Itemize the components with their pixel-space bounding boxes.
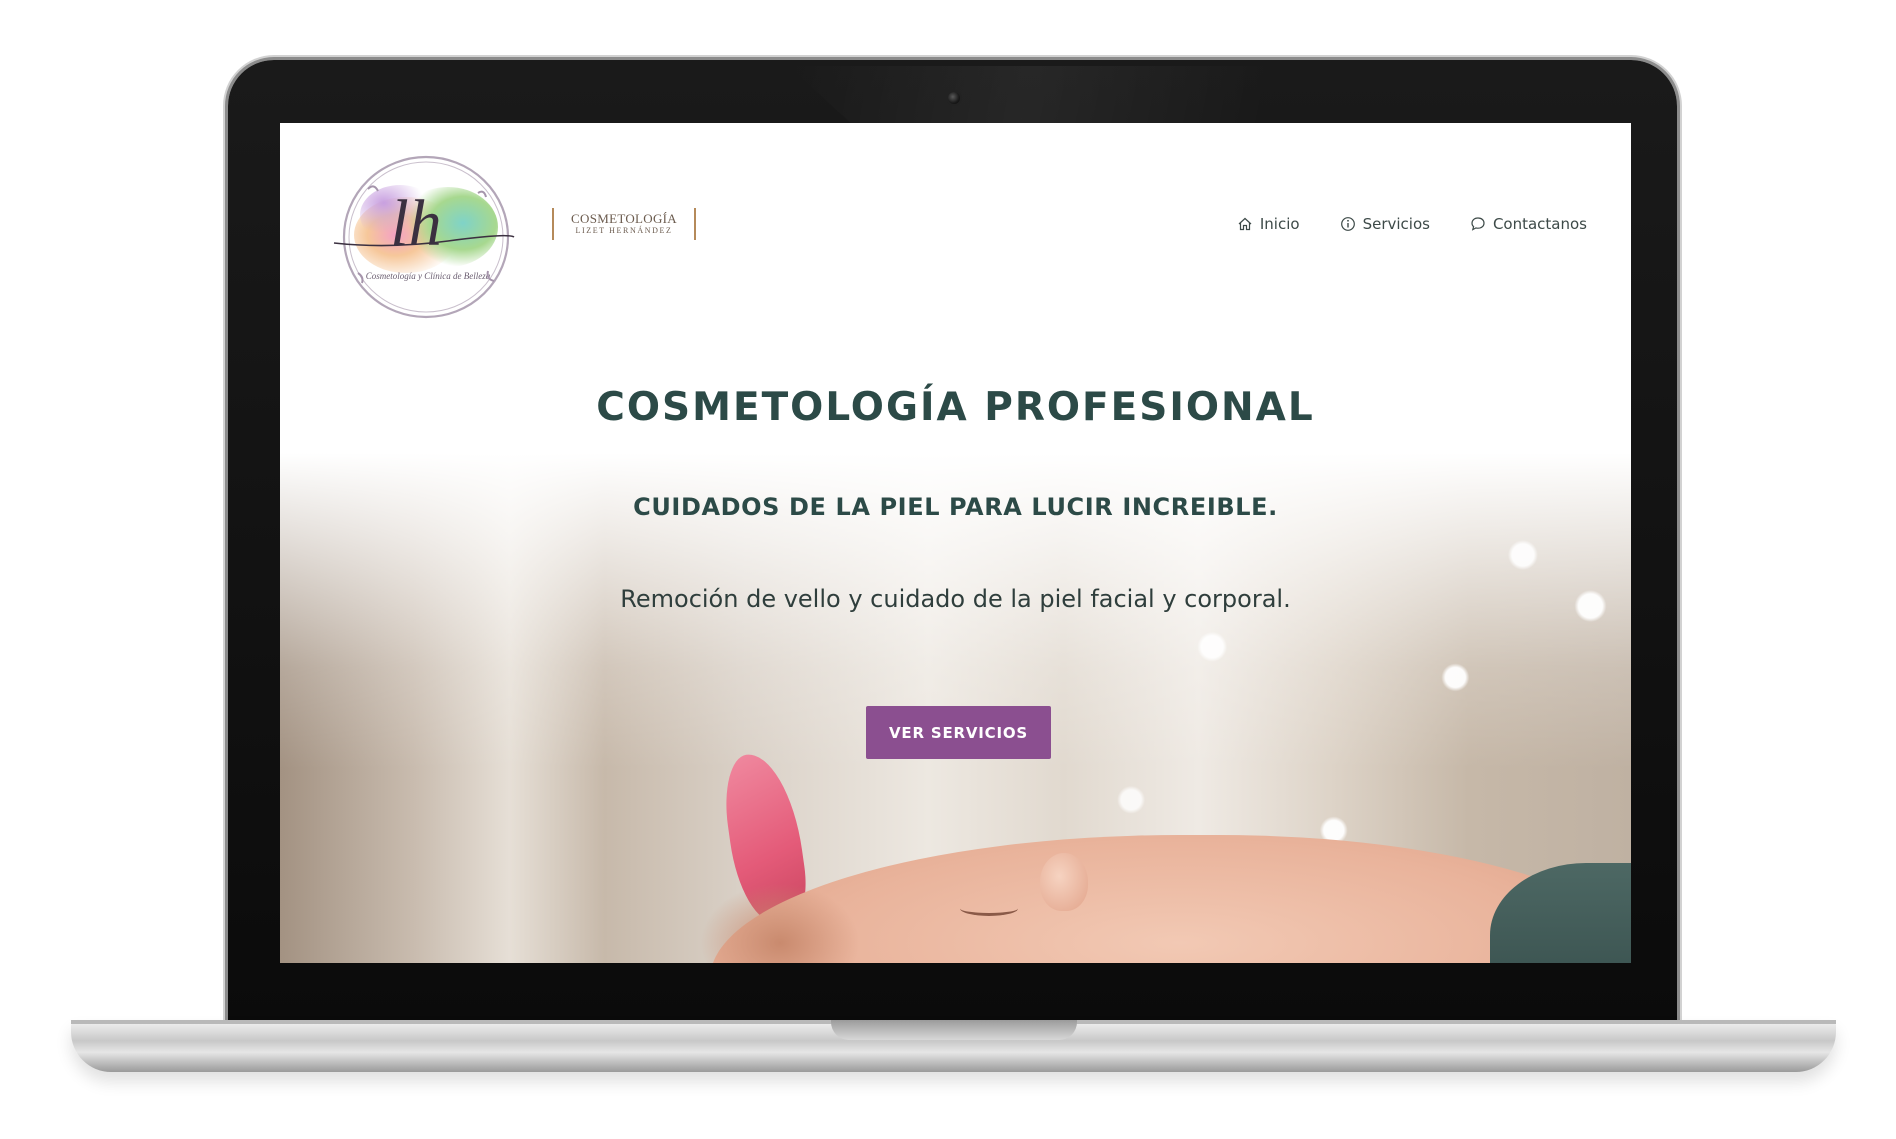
nav-item-servicios[interactable]: Servicios — [1340, 215, 1430, 233]
info-icon — [1340, 217, 1355, 231]
ver-servicios-button[interactable]: VER SERVICIOS — [866, 706, 1051, 759]
wordmark-line-1: COSMETOLOGÍA — [571, 211, 677, 226]
main-nav: Inicio Servicios Contactanos — [1237, 215, 1587, 233]
hero-title: COSMETOLOGÍA PROFESIONAL — [596, 385, 1315, 430]
website-screen: lh Cosmetología y Clínica de Belleza COS… — [280, 123, 1631, 963]
nav-label-inicio: Inicio — [1259, 215, 1300, 233]
webcam — [948, 92, 960, 104]
brand-wordmark[interactable]: COSMETOLOGÍA LIZET HERNÁNDEZ — [552, 208, 696, 240]
laptop-opening-notch — [831, 1020, 1077, 1040]
hero-eye — [960, 901, 1018, 916]
nav-label-servicios: Servicios — [1362, 215, 1430, 233]
wordmark-line-2: LIZET HERNÁNDEZ — [575, 226, 673, 235]
nav-item-inicio[interactable]: Inicio — [1237, 215, 1300, 233]
brand-logo[interactable]: lh Cosmetología y Clínica de Belleza — [328, 153, 518, 321]
logo-script-text: Cosmetología y Clínica de Belleza — [366, 271, 491, 281]
logo-monogram: lh — [390, 187, 441, 260]
hero-lead: Remoción de vello y cuidado de la piel f… — [620, 585, 1291, 613]
hero-subtitle: CUIDADOS DE LA PIEL PARA LUCIR INCREIBLE… — [633, 493, 1278, 521]
nav-item-contactanos[interactable]: Contactanos — [1470, 215, 1587, 233]
nav-label-contactanos: Contactanos — [1492, 215, 1587, 233]
bezel-sheen — [788, 66, 1588, 124]
hero-nose — [1040, 853, 1088, 911]
home-icon — [1238, 217, 1252, 231]
hero-face-shade — [700, 883, 860, 963]
chat-bubble-icon — [1471, 217, 1485, 231]
